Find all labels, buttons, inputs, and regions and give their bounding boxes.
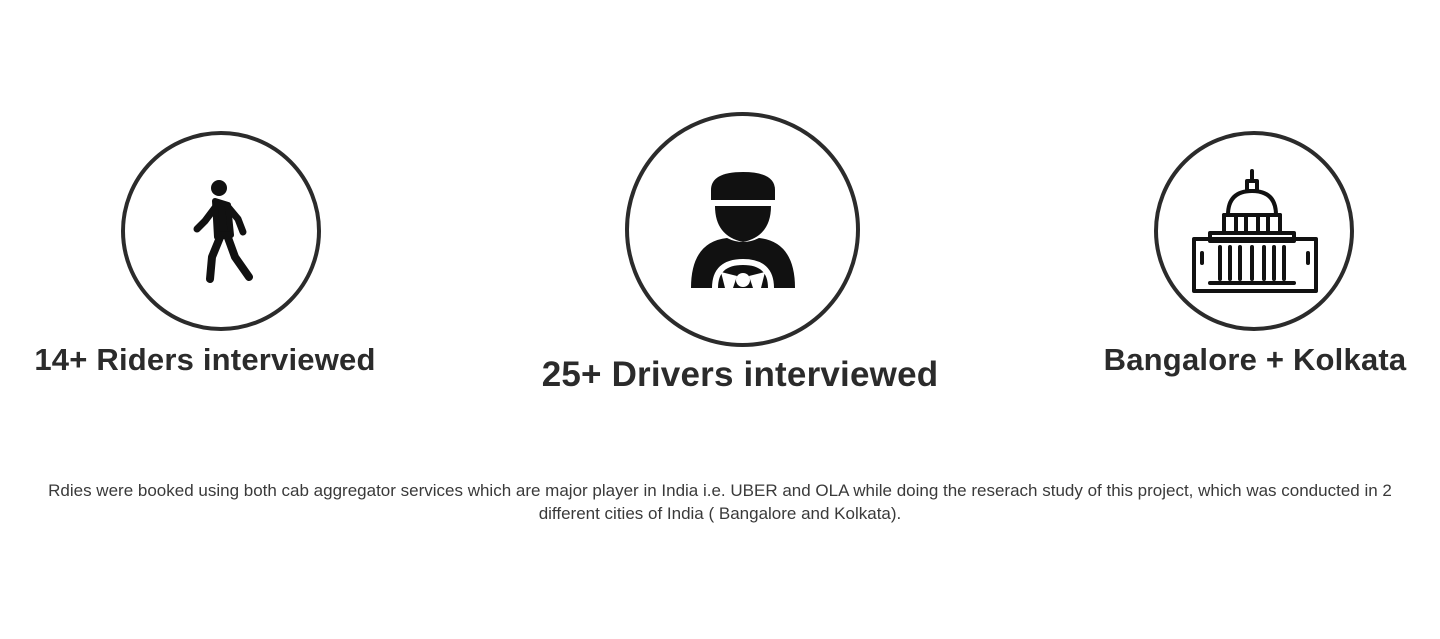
walking-person-icon	[193, 180, 253, 283]
riders-count-label: 14+ Riders interviewed	[34, 342, 376, 377]
riders-icon-circle	[121, 131, 321, 331]
cities-icon-circle	[1154, 131, 1354, 331]
driver-steering-wheel-icon	[691, 172, 795, 289]
drivers-count-label: 25+ Drivers interviewed	[541, 355, 939, 394]
cities-label: Bangalore + Kolkata	[1103, 342, 1407, 377]
drivers-icon-circle	[625, 112, 860, 347]
capitol-building-icon	[1192, 169, 1318, 293]
research-description: Rdies were booked using both cab aggrega…	[48, 481, 1392, 523]
